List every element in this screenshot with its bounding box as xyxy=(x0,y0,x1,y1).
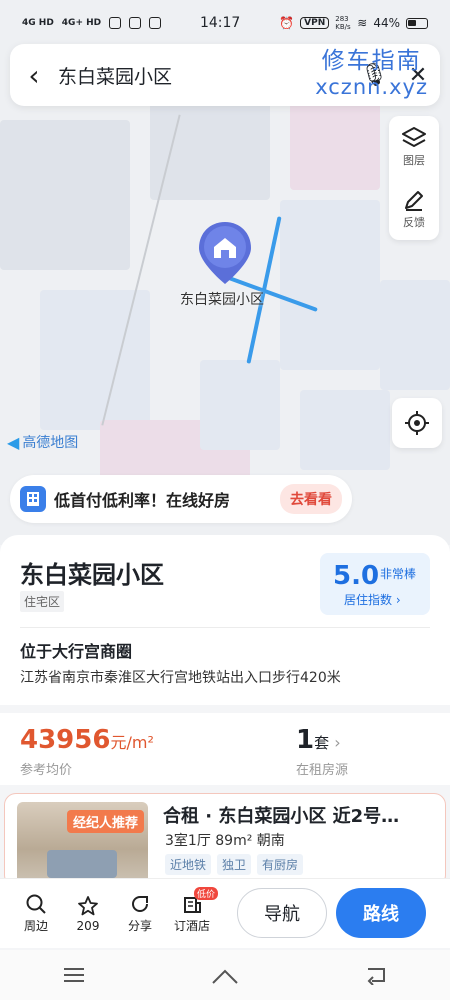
nearby-label: 周边 xyxy=(23,919,48,933)
score-value: 5.0 xyxy=(333,561,380,591)
share-label: 分享 xyxy=(127,919,152,933)
location-pin-icon[interactable] xyxy=(197,220,253,286)
search-icon xyxy=(26,894,46,914)
building-icon xyxy=(20,486,46,512)
menu-icon[interactable] xyxy=(62,966,86,984)
listing-title: 合租 · 东白菜园小区 近2号… xyxy=(163,806,400,827)
app-notification-icon xyxy=(109,17,122,29)
rent-count[interactable]: 1套 › xyxy=(296,725,341,755)
amap-logo-icon: ◀ xyxy=(7,432,20,452)
hotel-button[interactable]: 低价 订酒店 xyxy=(166,887,218,934)
locate-button[interactable] xyxy=(392,398,442,448)
low-price-badge: 低价 xyxy=(193,887,218,900)
layers-button[interactable]: 图层 xyxy=(401,126,427,168)
back-nav-icon[interactable] xyxy=(364,965,388,985)
system-nav-bar xyxy=(0,950,450,1000)
locate-icon xyxy=(405,411,429,435)
home-icon[interactable] xyxy=(210,965,240,985)
favorite-button[interactable]: 209 xyxy=(62,895,114,933)
edit-icon xyxy=(405,191,423,211)
listing-tag: 近地铁 xyxy=(165,854,212,875)
listing-card[interactable]: 经纪人推荐 合租 · 东白菜园小区 近2号… 3室1厅 89m² 朝南 近地铁 … xyxy=(4,793,446,887)
watermark-line2: xcznn.xyz xyxy=(315,75,428,99)
price-unit: 元/m² xyxy=(110,733,154,752)
price-value: 43956 xyxy=(20,725,111,755)
wifi-icon: ≋ xyxy=(357,16,368,30)
feedback-label: 反馈 xyxy=(403,216,425,229)
signal-icon: 4G HD xyxy=(22,18,54,28)
score-label: 居住指数 › xyxy=(344,593,401,607)
bottom-action-bar: 周边 209 分享 低价 订酒店 导航 路线 xyxy=(0,878,450,948)
poi-name: 东白菜园小区 xyxy=(20,561,164,589)
listing-spec: 3室1厅 89m² 朝南 xyxy=(165,833,285,849)
back-icon[interactable]: ‹ xyxy=(10,59,58,92)
living-score-card[interactable]: 5.0 非常棒 居住指数 › xyxy=(320,553,430,615)
promo-banner[interactable]: 低首付低利率！在线好房 去看看 xyxy=(10,475,352,523)
watermark-line1: 修车指南 xyxy=(321,48,422,74)
price-label: 参考均价 xyxy=(20,763,73,778)
hotel-label: 订酒店 xyxy=(173,919,210,933)
poi-address: 江苏省南京市秦淮区大行宫地铁站出入口步行420米 xyxy=(20,670,341,686)
listing-tag: 有厨房 xyxy=(257,854,304,875)
navigate-button[interactable]: 导航 xyxy=(237,888,327,938)
pin-label: 东白菜园小区 xyxy=(180,292,264,308)
app-notification-icon-3 xyxy=(149,17,162,29)
vpn-badge: VPN xyxy=(300,17,330,29)
rent-unit: 套 xyxy=(314,734,330,752)
share-icon xyxy=(132,896,148,912)
layers-label: 图层 xyxy=(403,154,425,167)
status-bar: 4G HD 4G+ HD 14:17 ⏰ VPN 283 KB/s ≋ 44% xyxy=(0,0,450,46)
bed-shape xyxy=(47,850,117,878)
alarm-icon: ⏰ xyxy=(279,16,295,30)
map-logo: ◀ 高德地图 xyxy=(7,432,78,452)
map-logo-text: 高德地图 xyxy=(22,435,79,451)
score-word: 非常棒 xyxy=(380,567,417,581)
promo-text: 低首付低利率！在线好房 xyxy=(54,491,231,510)
rent-count-value: 1 xyxy=(296,725,315,755)
agent-badge: 经纪人推荐 xyxy=(67,810,145,833)
battery-icon xyxy=(405,17,428,29)
map-tools-panel: 图层 反馈 xyxy=(389,116,439,240)
avg-price: 43956元/m² xyxy=(20,725,154,755)
search-query[interactable]: 东白菜园小区 xyxy=(58,62,352,89)
listing-photo: 经纪人推荐 xyxy=(17,802,148,886)
share-button[interactable]: 分享 xyxy=(114,893,166,934)
signal-icon-2: 4G+ HD xyxy=(61,18,102,28)
network-speed: 283 KB/s xyxy=(335,15,351,31)
chevron-right-icon: › xyxy=(329,733,341,752)
status-time: 14:17 xyxy=(199,15,241,31)
battery-percent: 44% xyxy=(373,16,400,30)
route-button[interactable]: 路线 xyxy=(336,888,426,938)
favorites-count: 209 xyxy=(76,918,100,933)
rent-label: 在租房源 xyxy=(296,763,349,778)
nearby-button[interactable]: 周边 xyxy=(10,893,62,934)
stats-section: 43956元/m² 参考均价 1套 › 在租房源 xyxy=(0,713,450,785)
watermark: 修车指南 xcznn.xyz xyxy=(315,48,428,100)
feedback-button[interactable]: 反馈 xyxy=(402,188,426,230)
poi-card: 东白菜园小区 住宅区 5.0 非常棒 居住指数 › 位于大行宫商圈 江苏省南京市… xyxy=(0,535,450,705)
star-icon xyxy=(78,895,98,915)
promo-go-button[interactable]: 去看看 xyxy=(280,484,342,514)
poi-type-tag: 住宅区 xyxy=(20,591,65,612)
poi-district: 位于大行宫商圈 xyxy=(20,642,133,661)
layers-icon xyxy=(402,127,426,147)
listing-tag: 独卫 xyxy=(217,854,252,875)
app-notification-icon-2 xyxy=(129,17,142,29)
divider xyxy=(20,627,430,628)
